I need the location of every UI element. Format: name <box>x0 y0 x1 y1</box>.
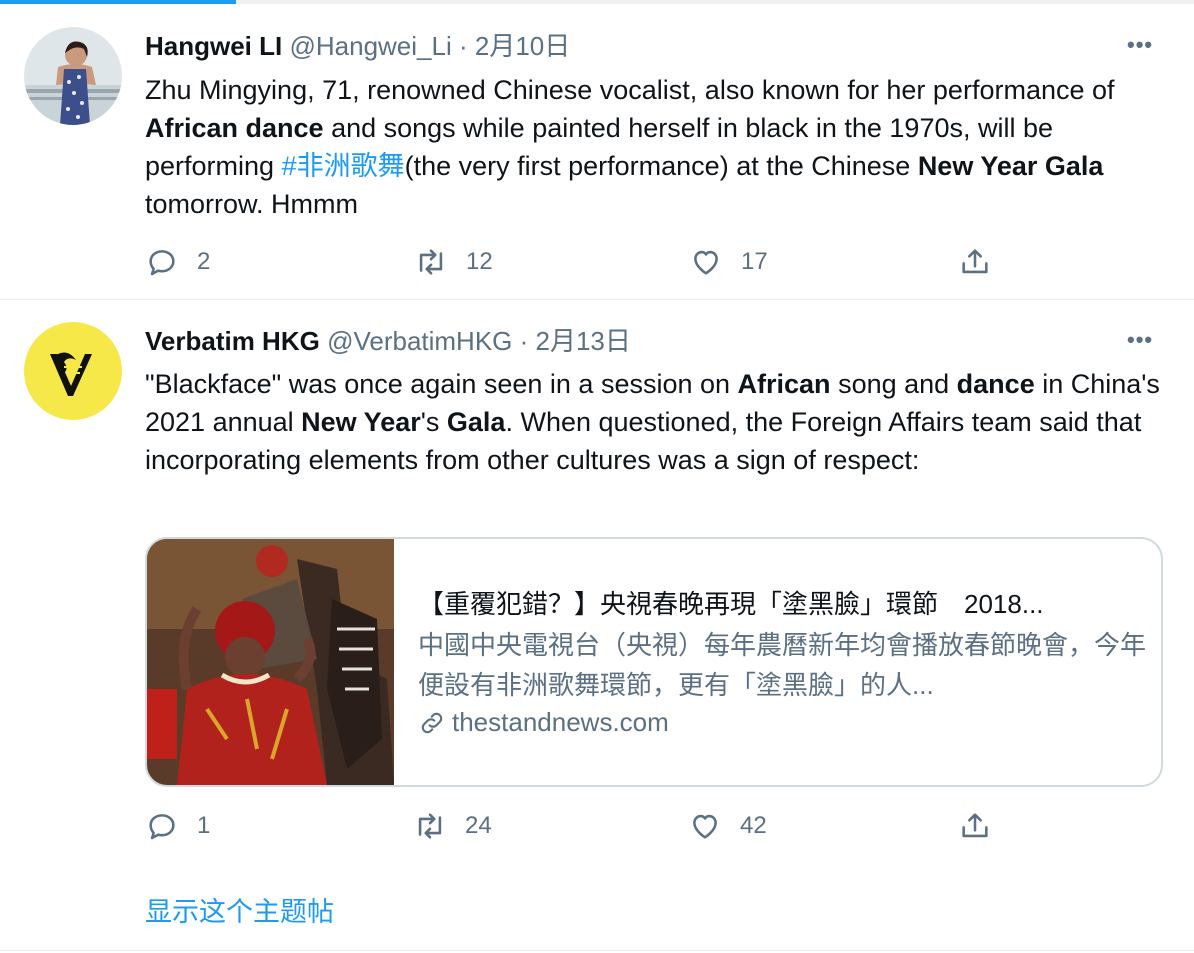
heart-icon <box>694 250 718 275</box>
tweet-header: Hangwei LI @Hangwei_Li · 2月10日 <box>145 30 570 62</box>
like-count: 42 <box>740 812 767 839</box>
share-button[interactable] <box>958 809 1010 843</box>
like-button[interactable]: 42 <box>688 809 767 843</box>
more-options-icon[interactable]: ••• <box>1127 327 1153 353</box>
retweet-count: 12 <box>466 248 493 275</box>
reply-button[interactable]: 2 <box>145 245 210 279</box>
retweet-icon <box>418 813 442 839</box>
retweet-count: 24 <box>465 812 492 839</box>
share-button[interactable] <box>958 245 1010 279</box>
reply-count: 2 <box>197 248 211 275</box>
tweet-divider <box>0 299 1194 300</box>
share-icon <box>962 249 988 274</box>
card-domain: thestandnews.com <box>418 707 669 738</box>
card-domain-text: thestandnews.com <box>452 707 669 737</box>
avatar-hangwei[interactable] <box>24 27 122 125</box>
card-title: 【重覆犯錯？】央視春晚再現「塗黑臉」環節 2018... <box>418 589 1044 619</box>
avatar-verbatim[interactable] <box>24 322 122 420</box>
separator: · <box>451 31 475 61</box>
more-options-icon[interactable]: ••• <box>1127 32 1153 58</box>
card-description: 中國中央電視台（央視）每年農曆新年均會播放春節晚會，今年便設有非洲歌舞環節，更有… <box>418 630 1147 700</box>
tweet-date[interactable]: 2月10日 <box>475 31 570 61</box>
share-icon <box>962 813 988 838</box>
show-thread-link[interactable]: 显示这个主题帖 <box>145 890 334 929</box>
tweet-text: "Blackface" was once again seen in a ses… <box>145 369 1160 475</box>
author-handle[interactable]: @Hangwei_Li <box>289 31 451 61</box>
hashtag-link[interactable]: #非洲歌舞 <box>282 151 405 181</box>
author-name[interactable]: Hangwei LI <box>145 31 282 61</box>
tweet-header: Verbatim HKG @VerbatimHKG · 2月13日 <box>145 325 631 357</box>
retweet-button[interactable]: 12 <box>414 245 493 279</box>
reply-button[interactable]: 1 <box>145 809 210 843</box>
link-preview-card[interactable]: 【重覆犯錯？】央視春晚再現「塗黑臉」環節 2018... 中國中央電視台（央視）… <box>145 537 1163 787</box>
loading-bar <box>0 0 1194 4</box>
separator: · <box>512 326 536 356</box>
bottom-divider <box>0 950 1194 951</box>
author-name[interactable]: Verbatim HKG <box>145 326 320 356</box>
link-icon <box>421 712 443 733</box>
like-count: 17 <box>741 248 768 275</box>
card-thumbnail <box>147 539 394 785</box>
reply-icon <box>149 250 175 276</box>
retweet-icon <box>419 249 443 275</box>
like-button[interactable]: 17 <box>689 245 768 279</box>
retweet-button[interactable]: 24 <box>413 809 492 843</box>
author-handle[interactable]: @VerbatimHKG <box>327 326 512 356</box>
tweet-date[interactable]: 2月13日 <box>536 326 631 356</box>
heart-icon <box>693 814 717 839</box>
reply-count: 1 <box>197 812 211 839</box>
tweet-text: Zhu Mingying, 71, renowned Chinese vocal… <box>145 75 1115 219</box>
reply-icon <box>149 814 175 840</box>
